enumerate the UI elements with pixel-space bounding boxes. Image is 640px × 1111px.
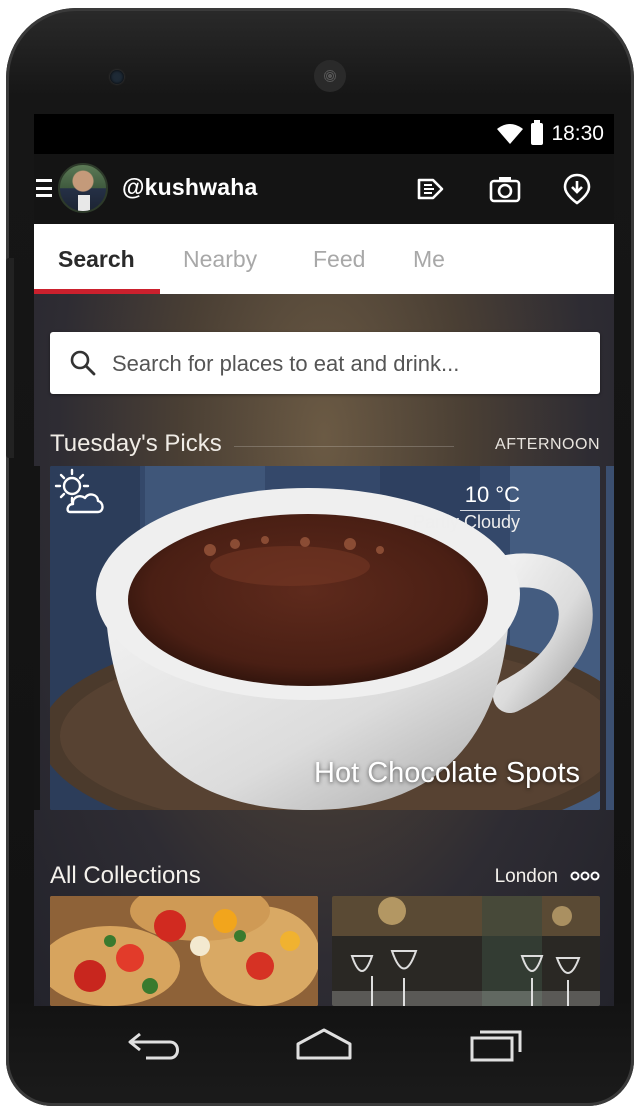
collection-thumbnail[interactable]: [332, 896, 600, 1006]
picks-title: Tuesday's Picks: [50, 430, 222, 457]
tab-nearby[interactable]: Nearby: [183, 246, 257, 273]
temperature: 10 °C: [464, 482, 520, 507]
tab-search[interactable]: Search: [58, 246, 135, 273]
next-card-peek[interactable]: [606, 466, 614, 810]
search-icon: [70, 350, 96, 376]
battery-icon: [531, 120, 544, 145]
divider: [460, 510, 520, 511]
card-title: Hot Chocolate Spots: [314, 757, 580, 789]
camera-icon[interactable]: [488, 172, 522, 206]
back-icon[interactable]: [126, 1024, 186, 1064]
menu-icon[interactable]: [36, 179, 52, 197]
divider: [234, 446, 454, 447]
status-time: 18:30: [551, 122, 604, 145]
restaurant-image: [332, 896, 600, 1006]
side-button: [6, 258, 14, 458]
avatar[interactable]: [58, 163, 108, 213]
collection-thumbnail[interactable]: [50, 896, 318, 1006]
previous-card-peek[interactable]: [34, 466, 40, 810]
screen: 18:30 @kushwaha Search Nearby Feed Me Se…: [34, 114, 614, 1006]
more-dots-icon[interactable]: [570, 870, 600, 882]
weather-condition: Partly Cloudy: [412, 512, 520, 532]
collections-title: All Collections: [50, 862, 201, 889]
download-icon[interactable]: [560, 172, 594, 206]
tab-feed[interactable]: Feed: [313, 246, 365, 273]
tab-bar: Search Nearby Feed Me: [34, 224, 614, 294]
username[interactable]: @kushwaha: [122, 174, 257, 201]
partly-cloudy-icon: [54, 468, 104, 514]
front-camera: [110, 70, 124, 84]
search-input[interactable]: Search for places to eat and drink...: [50, 332, 600, 394]
earpiece-speaker: [314, 60, 346, 92]
app-bar: @kushwaha: [34, 154, 614, 224]
time-of-day-label: AFTERNOON: [495, 436, 600, 453]
picks-card[interactable]: 10 °C Partly Cloudy Hot Chocolate Spots: [50, 466, 600, 810]
recents-icon[interactable]: [466, 1024, 526, 1064]
home-icon[interactable]: [294, 1024, 354, 1064]
main-content: Search for places to eat and drink... Tu…: [34, 294, 614, 1006]
search-placeholder: Search for places to eat and drink...: [112, 351, 460, 376]
bruschetta-image: [50, 896, 318, 1006]
wifi-icon: [497, 124, 524, 144]
tab-me[interactable]: Me: [413, 246, 445, 273]
city-selector[interactable]: London: [495, 866, 558, 888]
checkin-icon[interactable]: [414, 172, 448, 206]
status-bar: 18:30: [34, 114, 614, 154]
